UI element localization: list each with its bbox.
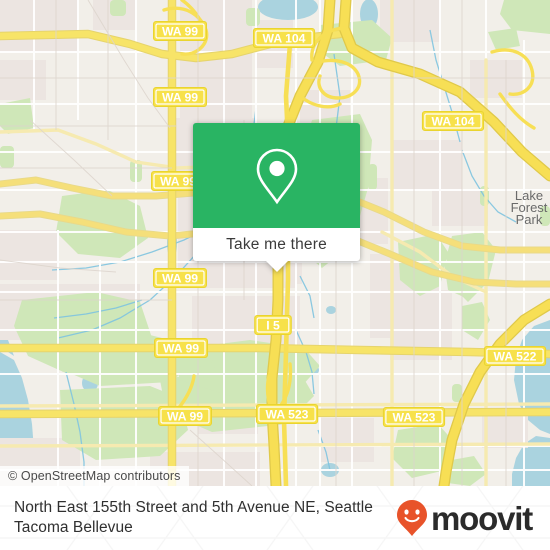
moovit-brand[interactable]: moovit — [396, 499, 536, 537]
road-shield-label: WA 99 — [162, 271, 198, 285]
moovit-wordmark: moovit — [431, 499, 533, 537]
popup-icon-area — [193, 123, 360, 228]
road-shield-label: WA 104 — [263, 31, 306, 45]
road-shield-label: WA 99 — [162, 90, 198, 104]
road-shield: WA 523 — [255, 404, 319, 424]
attribution-text: © OpenStreetMap contributors — [8, 469, 181, 483]
road-shield-label: WA 99 — [160, 174, 196, 188]
location-popup-card[interactable]: Take me there — [193, 123, 360, 272]
road-shield-label: WA 104 — [432, 114, 475, 128]
osm-attribution[interactable]: © OpenStreetMap contributors — [0, 466, 189, 486]
popup-pointer-tail — [265, 261, 288, 272]
road-shield: WA 523 — [382, 407, 446, 427]
road-shield-label: I 5 — [266, 318, 280, 332]
take-me-there-label: Take me there — [226, 235, 327, 253]
road-shield: WA 99 — [153, 87, 207, 107]
road-shield: WA 104 — [252, 28, 316, 48]
road-shield: WA 104 — [421, 111, 485, 131]
road-shield: WA 99 — [153, 268, 207, 288]
map-pin-icon — [256, 148, 297, 204]
road-shield-label: WA 522 — [494, 349, 537, 363]
road-shield: I 5 — [254, 315, 292, 335]
location-title: North East 155th Street and 5th Avenue N… — [14, 499, 373, 536]
road-shield-label: WA 523 — [266, 407, 309, 421]
road-shield-label: WA 99 — [162, 24, 198, 38]
road-shield: WA 99 — [158, 406, 212, 426]
place-label-layer: LakeForestPark — [511, 188, 548, 227]
road-shield-label: WA 99 — [167, 409, 203, 423]
road-shield: WA 99 — [153, 21, 207, 41]
footer-bar: North East 155th Street and 5th Avenue N… — [0, 486, 550, 550]
road-shield: WA 99 — [154, 338, 208, 358]
road-shield-label: WA 99 — [163, 341, 199, 355]
road-shield: WA 522 — [483, 346, 547, 366]
footer-content: North East 155th Street and 5th Avenue N… — [0, 486, 550, 550]
place-label: Park — [516, 212, 543, 227]
take-me-there-button[interactable]: Take me there — [193, 228, 360, 261]
road-shield-label: WA 523 — [393, 410, 436, 424]
map-screenshot-root: WA 99 WA 104 WA 99 WA 104 WA 99 WA 99 I 5 WA 99… — [0, 0, 550, 550]
moovit-smiley-pin-icon — [397, 500, 428, 536]
